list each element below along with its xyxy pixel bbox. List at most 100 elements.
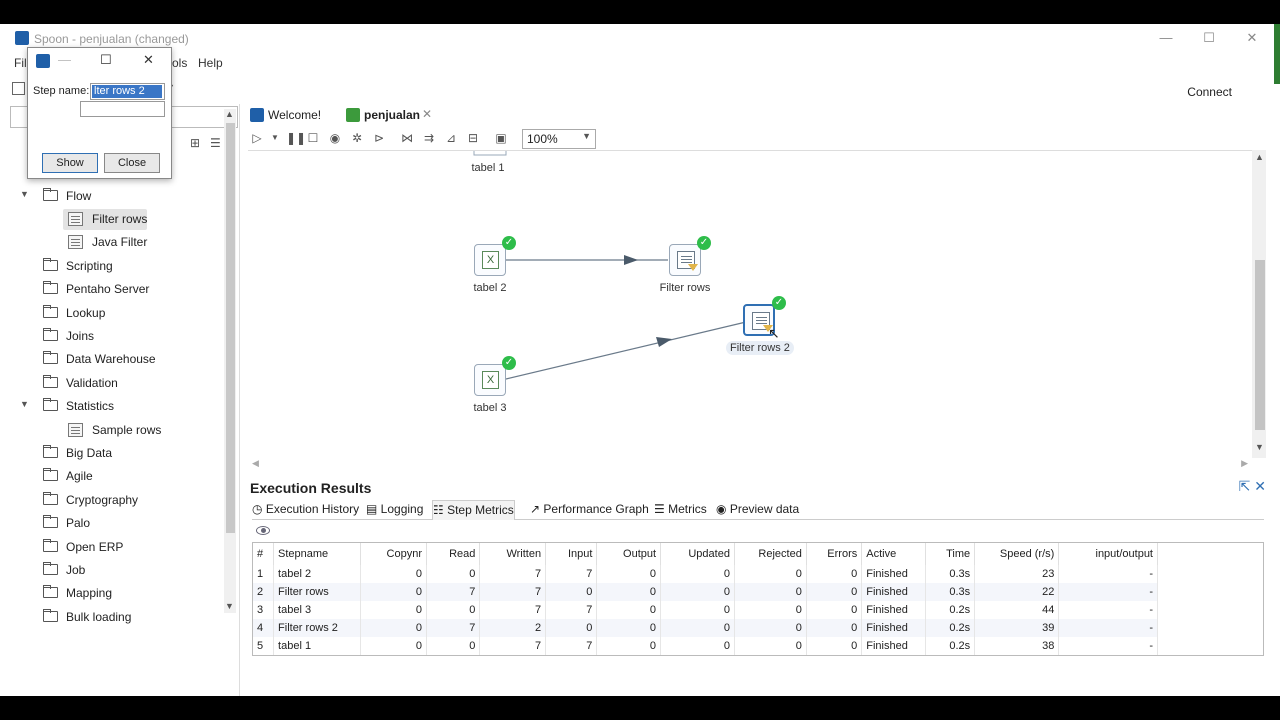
scroll-down-icon[interactable]: ▼ bbox=[225, 601, 234, 611]
tree-item[interactable]: Validation bbox=[0, 373, 222, 393]
metrics-icon: ☷ bbox=[433, 503, 448, 517]
column-header[interactable]: Updated bbox=[660, 543, 735, 565]
maximize-icon[interactable]: ☐ bbox=[1199, 30, 1219, 46]
tree-item[interactable]: Cryptography bbox=[0, 490, 222, 510]
canvas-vertical-scrollbar[interactable]: ▲ ▼ bbox=[1252, 150, 1266, 458]
tree-item[interactable]: Open ERP bbox=[0, 537, 222, 557]
table-row[interactable]: 3 tabel 3 0 0 7 7 0 0 0 0 Finished 0.2s 44- bbox=[253, 601, 1158, 619]
results-tab[interactable]: ◉ Preview data bbox=[716, 500, 799, 520]
verify-icon[interactable]: ⋈ bbox=[400, 131, 414, 145]
dialog-close-icon[interactable]: ✕ bbox=[143, 52, 154, 68]
column-header[interactable]: Output bbox=[596, 543, 662, 565]
tree-scroll-thumb[interactable] bbox=[226, 123, 235, 533]
stop-icon[interactable]: ☐ bbox=[306, 131, 320, 145]
tree-scrollbar[interactable]: ▲ ▼ bbox=[224, 109, 236, 613]
dialog-maximize-icon[interactable]: ☐ bbox=[100, 52, 112, 68]
menu-tools[interactable]: ols bbox=[172, 56, 187, 70]
node-filter-rows[interactable] bbox=[669, 244, 701, 276]
tree-item[interactable]: Big Data bbox=[0, 443, 222, 463]
impact-icon[interactable]: ⇉ bbox=[422, 131, 436, 145]
results-tab-label: Logging bbox=[380, 502, 424, 516]
canvas-scroll-thumb[interactable] bbox=[1255, 260, 1265, 430]
canvas-horizontal-scrollbar[interactable]: ◀ ▶ bbox=[248, 458, 1252, 470]
hop-tabel3-filter2[interactable] bbox=[505, 321, 747, 380]
results-tab[interactable]: ▤ Logging bbox=[366, 500, 423, 520]
tree-item-label: Agile bbox=[66, 469, 93, 484]
close-button[interactable]: Close bbox=[104, 153, 160, 173]
connect-button[interactable]: Connect bbox=[1187, 85, 1232, 99]
chevron-down-icon[interactable]: ▼ bbox=[20, 399, 29, 409]
tree-item[interactable]: ▼ Flow bbox=[0, 186, 222, 206]
tree-item[interactable]: Java Filter bbox=[0, 232, 222, 252]
node-tabel3[interactable]: X bbox=[474, 364, 506, 396]
tree-item[interactable]: Lookup bbox=[0, 303, 222, 323]
transformation-canvas[interactable]: tabel 1 X ✓ tabel 2 ✓ Filter rows ✓ Filt… bbox=[248, 150, 1252, 458]
menu-help[interactable]: Help bbox=[198, 56, 223, 70]
column-header[interactable]: Copynr bbox=[360, 543, 427, 565]
eye-icon[interactable] bbox=[256, 526, 270, 535]
column-header[interactable]: input/output bbox=[1058, 543, 1158, 565]
tree-item[interactable]: Pentaho Server bbox=[0, 279, 222, 299]
column-header[interactable]: Input bbox=[545, 543, 598, 565]
sql-icon[interactable]: ⊿ bbox=[444, 131, 458, 145]
chevron-down-icon[interactable]: ▼ bbox=[20, 189, 29, 199]
tree-item[interactable]: Scripting bbox=[0, 256, 222, 276]
zoom-select[interactable]: 100% ▼ bbox=[522, 129, 596, 149]
scroll-down-icon[interactable]: ▼ bbox=[1255, 442, 1264, 452]
node-tabel2[interactable]: X bbox=[474, 244, 506, 276]
tree-item[interactable]: Palo bbox=[0, 513, 222, 533]
column-header[interactable]: Rejected bbox=[734, 543, 807, 565]
results-tab[interactable]: ↗ Performance Graph bbox=[530, 500, 649, 520]
tree-item[interactable]: Filter rows bbox=[0, 209, 222, 230]
results-tab[interactable]: ☷ Step Metrics bbox=[432, 500, 515, 520]
pause-icon[interactable]: ❚❚ bbox=[286, 131, 306, 145]
scroll-left-icon[interactable]: ◀ bbox=[252, 458, 259, 469]
tree-item[interactable]: ▼ Statistics bbox=[0, 396, 222, 416]
tree-item[interactable]: Data Warehouse bbox=[0, 349, 222, 369]
column-header[interactable]: Read bbox=[426, 543, 481, 565]
results-tab[interactable]: ☰ Metrics bbox=[654, 500, 707, 520]
minimize-icon[interactable]: — bbox=[1156, 30, 1176, 46]
tree-item[interactable]: Sample rows bbox=[0, 420, 222, 440]
show-button[interactable]: Show bbox=[42, 153, 98, 173]
excel-input-icon: X bbox=[482, 371, 499, 389]
preview-icon[interactable]: ◉ bbox=[328, 131, 342, 145]
show-results-icon[interactable]: ▣ bbox=[494, 131, 508, 145]
tree-item[interactable]: Agile bbox=[0, 466, 222, 486]
run-icon[interactable]: ▷ bbox=[250, 131, 264, 145]
history-icon: ◷ bbox=[252, 502, 266, 516]
debug-icon[interactable]: ✲ bbox=[350, 131, 364, 145]
table-row[interactable]: 4 Filter rows 2 0 7 2 0 0 0 0 0 Finished 0.2s 39- bbox=[253, 619, 1158, 637]
table-row[interactable]: 1 tabel 2 0 0 7 7 0 0 0 0 Finished 0.3s 23- bbox=[253, 565, 1158, 583]
tab-welcome[interactable]: Welcome! bbox=[248, 106, 338, 126]
scroll-right-icon[interactable]: ▶ bbox=[1241, 458, 1248, 469]
close-panel-icon[interactable]: ✕ bbox=[1254, 478, 1266, 494]
tree-item[interactable]: Bulk loading bbox=[0, 607, 222, 627]
table-row[interactable]: 2 Filter rows 0 7 7 0 0 0 0 0 Finished 0.3s 22- bbox=[253, 583, 1158, 601]
run-dropdown-icon[interactable]: ▼ bbox=[268, 131, 282, 145]
explore-db-icon[interactable]: ⊟ bbox=[466, 131, 480, 145]
column-header[interactable]: Active bbox=[861, 543, 926, 565]
scroll-up-icon[interactable]: ▲ bbox=[1255, 152, 1264, 162]
tree-item[interactable]: Joins bbox=[0, 326, 222, 346]
column-header[interactable]: Time bbox=[925, 543, 976, 565]
close-icon[interactable]: ✕ bbox=[1242, 30, 1262, 46]
step-name-secondary-field[interactable] bbox=[80, 101, 165, 117]
step-name-input[interactable]: lter rows 2 bbox=[90, 83, 165, 100]
tab-penjualan[interactable]: penjualan ✕ bbox=[344, 106, 436, 126]
table-row[interactable]: 5 tabel 1 0 0 7 7 0 0 0 0 Finished 0.2s 38- bbox=[253, 637, 1158, 655]
column-header[interactable]: Written bbox=[479, 543, 547, 565]
column-header[interactable]: Stepname bbox=[273, 543, 362, 565]
column-header[interactable]: Errors bbox=[806, 543, 863, 565]
maximize-panel-icon[interactable]: ⇱ bbox=[1239, 478, 1251, 494]
results-tab[interactable]: ◷ Execution History bbox=[252, 500, 359, 520]
tree-item[interactable]: Job bbox=[0, 560, 222, 580]
table-cell: 0 bbox=[596, 583, 662, 601]
dialog-minimize-icon[interactable]: — bbox=[58, 52, 71, 67]
column-header[interactable]: # bbox=[253, 543, 275, 565]
scroll-up-icon[interactable]: ▲ bbox=[225, 109, 234, 119]
tab-close-icon[interactable]: ✕ bbox=[422, 107, 432, 121]
column-header[interactable]: Speed (r/s) bbox=[974, 543, 1060, 565]
tree-item[interactable]: Mapping bbox=[0, 583, 222, 603]
replay-icon[interactable]: ⊳ bbox=[372, 131, 386, 145]
